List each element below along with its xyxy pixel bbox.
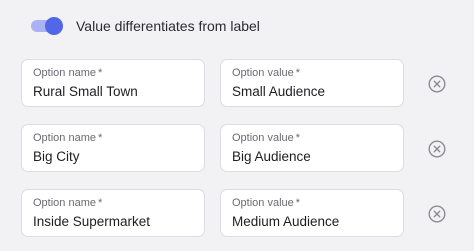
option-name-value: Inside Supermarket <box>33 214 151 229</box>
required-mark: * <box>295 132 301 144</box>
value-differentiates-toggle[interactable] <box>31 16 65 36</box>
required-mark: * <box>295 197 301 209</box>
required-mark: * <box>97 197 103 209</box>
option-value-label: Option value * <box>232 67 300 79</box>
option-row: Option name * Inside Supermarket Option v… <box>21 189 461 239</box>
close-circle-icon[interactable] <box>428 75 446 93</box>
close-circle-icon[interactable] <box>428 140 446 158</box>
toggle-knob <box>45 17 63 35</box>
option-name-field[interactable]: Option name * Rural Small Town <box>21 59 205 107</box>
option-value-field[interactable]: Option value * Small Audience <box>220 59 404 107</box>
option-name-value: Rural Small Town <box>33 84 138 99</box>
option-name-field[interactable]: Option name * Inside Supermarket <box>21 189 205 237</box>
option-value-label: Option value * <box>232 197 300 209</box>
close-circle-icon[interactable] <box>428 205 446 223</box>
option-value-field[interactable]: Option value * Medium Audience <box>220 189 404 237</box>
option-name-label: Option name * <box>33 132 102 144</box>
option-name-label: Option name * <box>33 67 102 79</box>
toggle-label: Value differentiates from label <box>76 18 260 34</box>
required-mark: * <box>97 132 103 144</box>
option-name-label-text: Option name <box>33 67 96 79</box>
option-name-field[interactable]: Option name * Big City <box>21 124 205 172</box>
option-name-value: Big City <box>33 149 80 164</box>
option-value-value: Medium Audience <box>232 214 340 229</box>
option-name-label: Option name * <box>33 197 102 209</box>
required-mark: * <box>295 67 301 79</box>
required-mark: * <box>97 67 103 79</box>
option-name-label-text: Option name <box>33 197 96 209</box>
value-differentiates-toggle-row: Value differentiates from label <box>31 16 260 36</box>
option-value-label-text: Option value <box>232 132 294 144</box>
option-value-value: Big Audience <box>232 149 311 164</box>
option-value-label-text: Option value <box>232 67 294 79</box>
option-value-label: Option value * <box>232 132 300 144</box>
option-row: Option name * Rural Small Town Option val… <box>21 59 461 109</box>
option-value-field[interactable]: Option value * Big Audience <box>220 124 404 172</box>
option-value-value: Small Audience <box>232 84 326 99</box>
option-value-label-text: Option value <box>232 197 294 209</box>
option-row: Option name * Big City Option value * Big … <box>21 124 461 174</box>
option-name-label-text: Option name <box>33 132 96 144</box>
